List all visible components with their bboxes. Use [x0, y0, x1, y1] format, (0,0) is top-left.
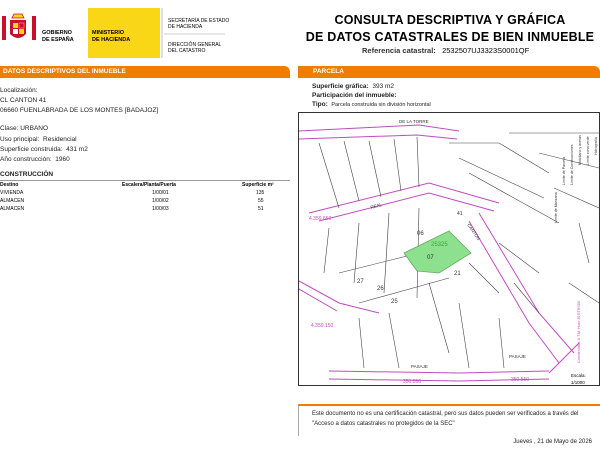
section-datos-descriptivos: DATOS DESCRIPTIVOS DEL INMUEBLE: [0, 66, 290, 78]
coord-y1: 4.359.650: [309, 216, 331, 222]
tipo-value: Parcela construida sin división horizont…: [331, 102, 431, 108]
th-destino: Destino: [0, 182, 19, 188]
sup-label: Superficie construida:: [0, 146, 63, 153]
verification-notice: Este documento no es una certificación c…: [312, 411, 579, 427]
table-divider: [0, 180, 290, 181]
tipo: Tipo: Parcela construida sin división ho…: [312, 101, 431, 108]
sup-grafica-value: 393 m2: [372, 83, 395, 90]
parcel-map-svg: 06 07 21 27 26 25 41 25325 DE LA TORRE C…: [299, 113, 599, 385]
anio-value: 1960: [55, 156, 70, 163]
legend-zona-verde: Límite zona verde: [586, 136, 590, 165]
parcel-26: 26: [377, 286, 384, 292]
anio-construccion: Año construcción: 1960: [0, 156, 70, 163]
localizacion-label: Localización:: [0, 87, 38, 94]
participacion: Participación del inmueble:: [312, 92, 397, 99]
legend-parcela: Límite de Parcela: [562, 157, 566, 185]
parcel-25: 25: [391, 299, 398, 305]
parcel-07: 07: [427, 255, 434, 261]
construccion-title: CONSTRUCCIÓN: [0, 171, 54, 178]
clase-value: Clase: URBANO: [0, 125, 49, 132]
parcel-21: 21: [454, 271, 461, 277]
row-1-sup: 135: [256, 190, 265, 196]
uso-value: Residencial: [43, 136, 77, 143]
ministry-line-2: DE HACIENDA: [92, 37, 131, 43]
sup-value: 431 m2: [66, 146, 88, 153]
parcel-ref-label: 25325: [431, 242, 448, 248]
row-1-destino: VIVIENDA: [0, 190, 24, 196]
row-3-sup: 51: [258, 206, 264, 212]
scale-label: Escala:: [571, 373, 586, 378]
referencia-catastral: Referencia catastral: 2532507UJ3323S0001…: [362, 46, 529, 55]
ref-value: 2532507UJ3323S0001QF: [442, 46, 530, 55]
street-top-label: DE LA TORRE: [399, 119, 429, 124]
coord-x1: 350.550: [403, 379, 421, 385]
uso-label: Uso principal:: [0, 136, 40, 143]
superficie-construida: Superficie construida: 431 m2: [0, 146, 88, 153]
title-line-1: CONSULTA DESCRIPTIVA Y GRÁFICA: [334, 13, 566, 27]
gov-line-2: DE ESPAÑA: [42, 37, 74, 43]
sup-grafica-label: Superficie gráfica:: [312, 83, 369, 90]
anio-label: Año construcción:: [0, 156, 52, 163]
participacion-label: Participación del inmueble:: [312, 92, 397, 99]
address-line-2: 06660 FUENLABRADA DE LOS MONTES [BADAJOZ…: [0, 107, 159, 114]
title-line-2: DE DATOS CATASTRALES DE BIEN INMUEBLE: [305, 30, 595, 44]
legend-construcciones: Límite de Construcciones: [570, 144, 574, 185]
street-pasaje-label: PASAJE: [411, 364, 428, 369]
coord-y2: 4.359.150: [311, 323, 333, 329]
legend-hidrografia: Hidrografía: [594, 137, 598, 155]
parcel-41: 41: [457, 211, 463, 217]
issue-date: Jueves , 21 de Mayo de 2026: [513, 439, 592, 445]
crs-note: Coordenadas U.T.M. Huso 30 ETRS89: [577, 301, 581, 363]
th-superficie: Superficie m²: [242, 182, 274, 188]
cadastral-map[interactable]: 06 07 21 27 26 25 41 25325 DE LA TORRE C…: [298, 112, 600, 386]
legend-mobiliario: Mobiliario y aceras: [578, 135, 582, 165]
secretaria-line-2: DE HACIENDA: [168, 24, 203, 30]
row-3-destino: ALMACEN: [0, 206, 25, 212]
ref-label: Referencia catastral:: [362, 46, 436, 55]
direccion-line-2: DEL CATASTRO: [168, 48, 206, 54]
gov-line-1: GOBIERNO: [42, 30, 72, 36]
uso-principal: Uso principal: Residencial: [0, 136, 77, 143]
legend-manzana: Límite de Manzana: [554, 192, 558, 223]
page-title: CONSULTA DESCRIPTIVA Y GRÁFICA DE DATOS …: [300, 12, 600, 46]
row-2-epp: 1/00/02: [152, 198, 169, 204]
section-parcela: PARCELA: [298, 66, 600, 78]
tipo-label: Tipo:: [312, 101, 328, 108]
street-pasaje2-label: PASAJE: [509, 354, 526, 359]
row-2-sup: 55: [258, 198, 264, 204]
superficie-grafica: Superficie gráfica: 393 m2: [312, 83, 394, 90]
th-escalera: Escalera/Planta/Puerta: [122, 182, 176, 188]
coord-x2: 350.550: [511, 377, 529, 383]
row-3-epp: 1/00/03: [152, 206, 169, 212]
scale-value: 1/1000: [571, 380, 585, 385]
parcel-27: 27: [357, 279, 364, 285]
row-1-epp: 1/00/01: [152, 190, 169, 196]
parcel-06: 06: [417, 231, 424, 237]
address-line-1: CL CANTON 41: [0, 97, 47, 104]
row-2-destino: ALMACEN: [0, 198, 25, 204]
ministry-line-1: MINISTERIO: [92, 30, 125, 36]
